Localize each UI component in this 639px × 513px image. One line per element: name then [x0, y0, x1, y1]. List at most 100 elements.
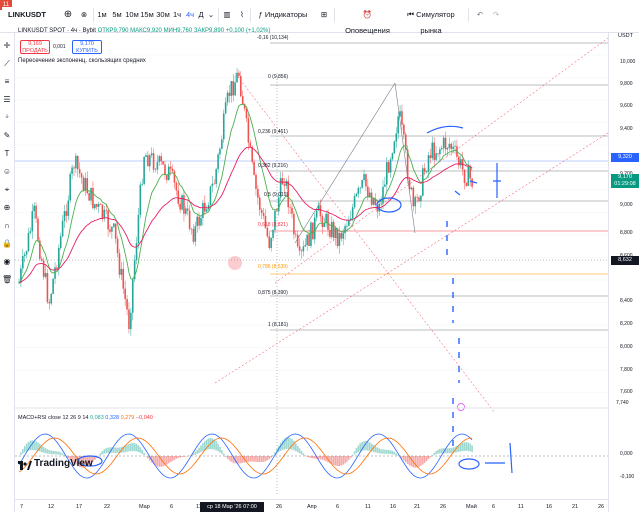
candle-body: [215, 169, 217, 184]
candle-body: [176, 183, 178, 191]
macd-bar: [168, 456, 170, 463]
candle-body: [132, 279, 134, 313]
chart-type-icon[interactable]: ⌇: [236, 7, 248, 23]
add-symbol-button[interactable]: ⊕: [62, 7, 74, 23]
sell-button[interactable]: 9,169 ПРОДАТЬ: [20, 40, 50, 54]
eye-icon[interactable]: ◉: [2, 257, 12, 267]
candle-body: [259, 198, 261, 210]
tab-1m[interactable]: 1м: [96, 7, 108, 23]
macd-bar: [104, 449, 106, 453]
macd-bar: [208, 438, 210, 449]
tab-10m[interactable]: 10м: [125, 7, 139, 23]
redo-icon[interactable]: ↷: [490, 7, 502, 23]
macd-bar: [130, 443, 132, 451]
replay-button[interactable]: ⏮ Симулятор рынка: [398, 7, 464, 23]
macd-legend[interactable]: MACD+RSI close 12 26 9 14 0,083 0,328 0,…: [18, 415, 153, 421]
price-chart[interactable]: [15, 33, 608, 495]
undo-icon[interactable]: ↶: [474, 7, 486, 23]
spread-value: 0,001: [53, 44, 66, 50]
candle-body: [187, 208, 189, 210]
macd-bar: [468, 443, 470, 451]
horizontal-line-icon[interactable]: ≡: [2, 77, 12, 87]
macd-bar: [198, 448, 200, 453]
brand-logo[interactable]: TradingView: [34, 458, 93, 469]
macd-bar: [354, 451, 356, 454]
tab-30m[interactable]: 30м: [156, 7, 170, 23]
price-tick: 9,800: [620, 81, 633, 87]
sell-label: ПРОДАТЬ: [21, 48, 49, 55]
macd-bar: [339, 456, 341, 466]
candle-body: [35, 206, 37, 219]
tab-1h[interactable]: 1ч: [171, 7, 183, 23]
indicator-label[interactable]: Пересечение экспоненц. скользящих средни…: [18, 58, 146, 64]
macd-bar: [352, 455, 354, 456]
candle-body: [64, 211, 66, 221]
brush-icon[interactable]: ✎: [2, 131, 12, 141]
candle-body: [79, 169, 81, 173]
macd-bar: [337, 456, 339, 466]
tab-5m[interactable]: 5м: [110, 7, 124, 23]
candle-body: [143, 157, 145, 184]
macd-bar: [249, 456, 251, 462]
trash-icon[interactable]: 🗑: [2, 275, 12, 285]
tab-4h[interactable]: 4ч: [184, 7, 196, 23]
currency-label[interactable]: USDT: [618, 33, 633, 39]
buy-button[interactable]: 9,170 КУПИТЬ: [72, 40, 102, 54]
zoom-icon[interactable]: ⊕: [2, 203, 12, 213]
candle-body: [363, 174, 365, 180]
macd-bar: [100, 453, 102, 455]
candle-body: [297, 235, 299, 246]
symbol-search[interactable]: LINKUSDT: [2, 7, 60, 23]
fib-tool-icon[interactable]: ☰: [2, 95, 12, 105]
bar-style-icon[interactable]: ▥: [221, 7, 233, 23]
macd-bar: [102, 451, 104, 454]
candle-body: [191, 229, 193, 230]
time-tick: 21: [414, 504, 420, 510]
macd-bar: [356, 448, 358, 453]
candlestick-series: [18, 68, 473, 336]
tab-15m[interactable]: 15м: [140, 7, 154, 23]
candle-body: [45, 273, 47, 277]
candle-body: [22, 256, 24, 268]
tradingview-logo-icon: [18, 461, 32, 471]
trend-line-icon[interactable]: ⟋: [2, 59, 12, 69]
alarm-icon: ⏰: [363, 10, 372, 19]
magnet-icon[interactable]: ∩: [2, 221, 12, 231]
fib-label: 0,618 (8,821): [258, 222, 288, 228]
emoji-icon[interactable]: ☺: [2, 167, 12, 177]
macd-bar: [265, 456, 267, 461]
macd-bar: [225, 456, 227, 457]
candle-body: [248, 118, 250, 142]
pattern-icon[interactable]: ᛎ: [2, 113, 12, 123]
candle-body: [413, 188, 415, 207]
candle-body: [445, 138, 447, 150]
chevron-down-icon[interactable]: ⌄: [207, 7, 215, 23]
macd-bar: [219, 447, 221, 453]
candle-body: [193, 229, 195, 242]
candle-body: [83, 177, 85, 190]
replay-label: Симулятор рынка: [416, 10, 455, 35]
candle-body: [155, 169, 157, 170]
indicators-button[interactable]: ƒ Индикаторы: [253, 7, 313, 23]
macd-bar: [377, 447, 379, 452]
alerts-button[interactable]: ⏰ Оповещения: [340, 7, 395, 23]
candle-body: [213, 184, 215, 185]
text-tool-icon[interactable]: T: [2, 149, 12, 159]
tab-1d[interactable]: Д: [197, 7, 205, 23]
candle-body: [183, 195, 185, 214]
macd-bar: [331, 456, 333, 464]
macd-bar: [426, 456, 428, 461]
compare-icon[interactable]: ⊗: [78, 7, 90, 23]
candle-body: [312, 223, 314, 240]
macd-bar: [460, 444, 462, 452]
crosshair-icon[interactable]: ✛: [2, 41, 12, 51]
macd-bar: [155, 456, 157, 466]
macd-bar: [384, 450, 386, 454]
macd-bar: [253, 456, 255, 462]
candle-body: [454, 146, 456, 147]
measure-icon[interactable]: ⌖: [2, 185, 12, 195]
lock-icon[interactable]: 🔒: [2, 239, 12, 249]
candle-body: [119, 253, 121, 275]
layout-icon[interactable]: ⊞: [318, 7, 330, 23]
macd-bar: [267, 456, 269, 460]
